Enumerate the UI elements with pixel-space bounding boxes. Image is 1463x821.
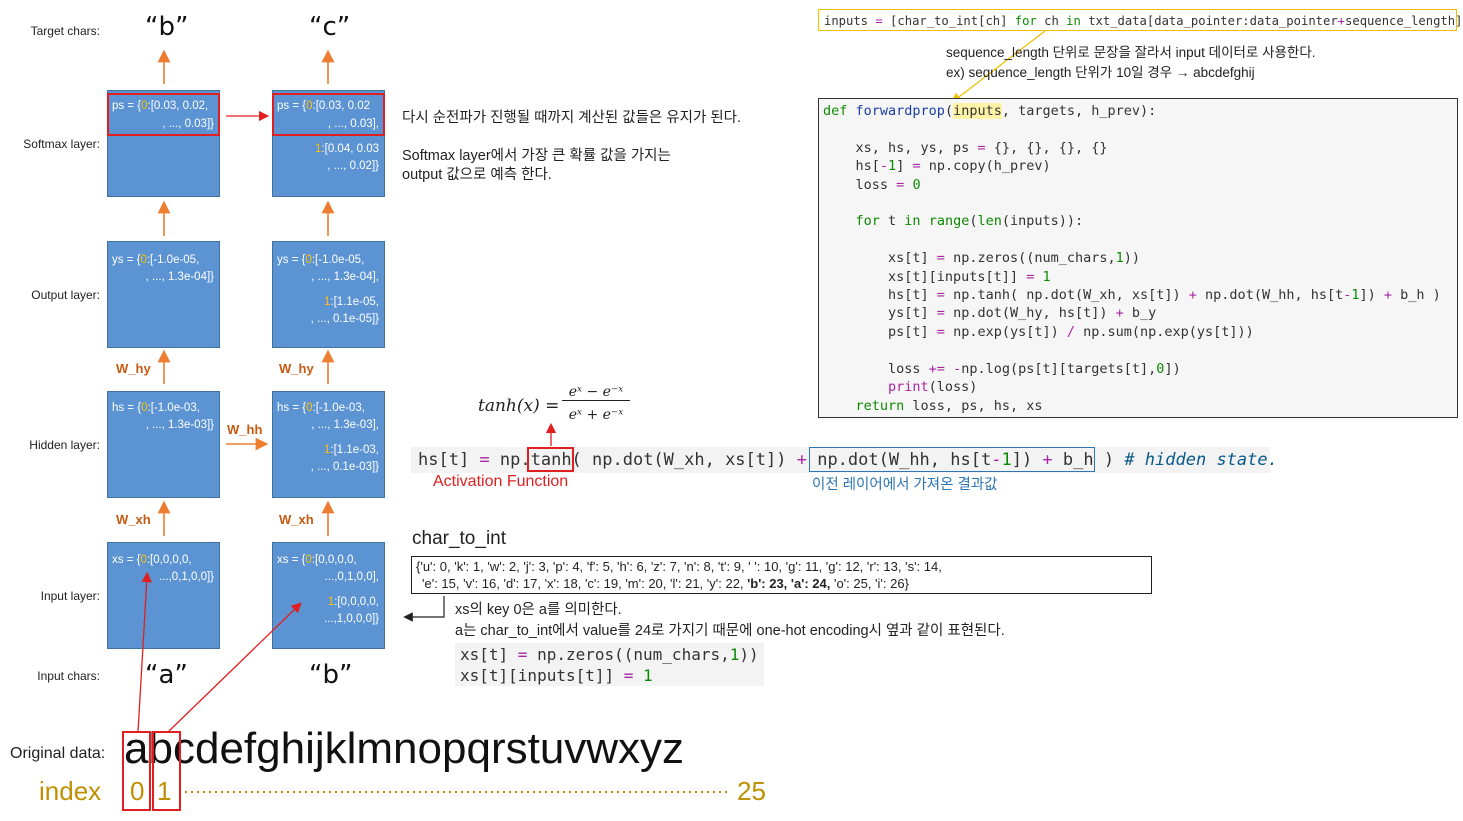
highlight-char-b [152,731,181,811]
tanh-formula-lhs: tanh(x) = [478,396,560,416]
note-xs-key-1: xs의 key 0은 a를 의미한다. [455,602,622,618]
arrow-xs-note [403,596,445,622]
arrow-data-b [167,602,302,733]
tanh-formula-denominator: eˣ + e⁻ˣ [568,407,624,423]
original-data-sequence: abcdefghijklmnopqrstuvwxyz [124,724,684,774]
note-xs-key-2: a는 char_to_int에서 value를 24로 가지기 때문에 one-… [455,623,1005,639]
note-seq-2: ex) sequence_length 단위가 10일 경우 → abcdefg… [946,65,1255,80]
dict-text: 'o': 25, 'i': 26} [830,576,909,591]
note-seq-1: sequence_length 단위로 문장을 잘라서 input 데이터로 사… [946,45,1316,60]
forwardprop-code-block: def forwardprop(inputs, targets, h_prev)… [818,98,1458,418]
note-softmax-2: output 값으로 예측 한다. [402,167,552,183]
data-chars-rest: cdefghijklmnopqrstuvwxyz [172,724,685,773]
arrow-data-a [137,571,152,733]
tanh-formula-numerator: eˣ − e⁻ˣ [562,384,630,401]
note-activation: Activation Function [433,473,569,490]
highlight-char-a [122,731,151,811]
char-to-int-dict-box: {'u': 0, 'k': 1, 'w': 2, 'j': 3, 'p': 4,… [411,556,1152,594]
dict-text-bold: 'b': 23, 'a': 24, [747,576,831,591]
inputs-code-line: inputs = [char_to_int[ch] for ch in txt_… [824,14,1463,28]
prev-hidden-highlight [809,447,1095,472]
char-to-int-title: char_to_int [412,528,507,549]
inputs-code-box: inputs = [char_to_int[ch] for ch in txt_… [818,9,1463,31]
note-softmax-1: Softmax layer에서 가장 큰 확률 값을 가지는 [402,148,671,164]
dict-line-2: 'e': 15, 'v': 16, 'd': 17, 'x': 18, 'c':… [422,576,909,591]
label-original-data: Original data: [10,745,106,762]
dict-text: 'e': 15, 'v': 16, 'd': 17, 'x': 18, 'c':… [422,576,748,591]
label-index: index [39,776,102,806]
code-text: def forwardprop(inputs, targets, h_prev)… [823,103,1441,414]
index-25: 25 [737,776,766,806]
xs-code: xs[t] = np.zeros((num_chars,1)) xs[t][in… [460,645,759,685]
dict-line-1: {'u': 0, 'k': 1, 'w': 2, 'j': 3, 'p': 4,… [416,559,942,574]
note-prev-layer: 이전 레이어에서 가져온 결과값 [812,477,998,493]
tanh-highlight [527,447,574,472]
note-keep-values: 다시 순전파가 진행될 때까지 계산된 값들은 유지가 된다. [402,110,742,126]
